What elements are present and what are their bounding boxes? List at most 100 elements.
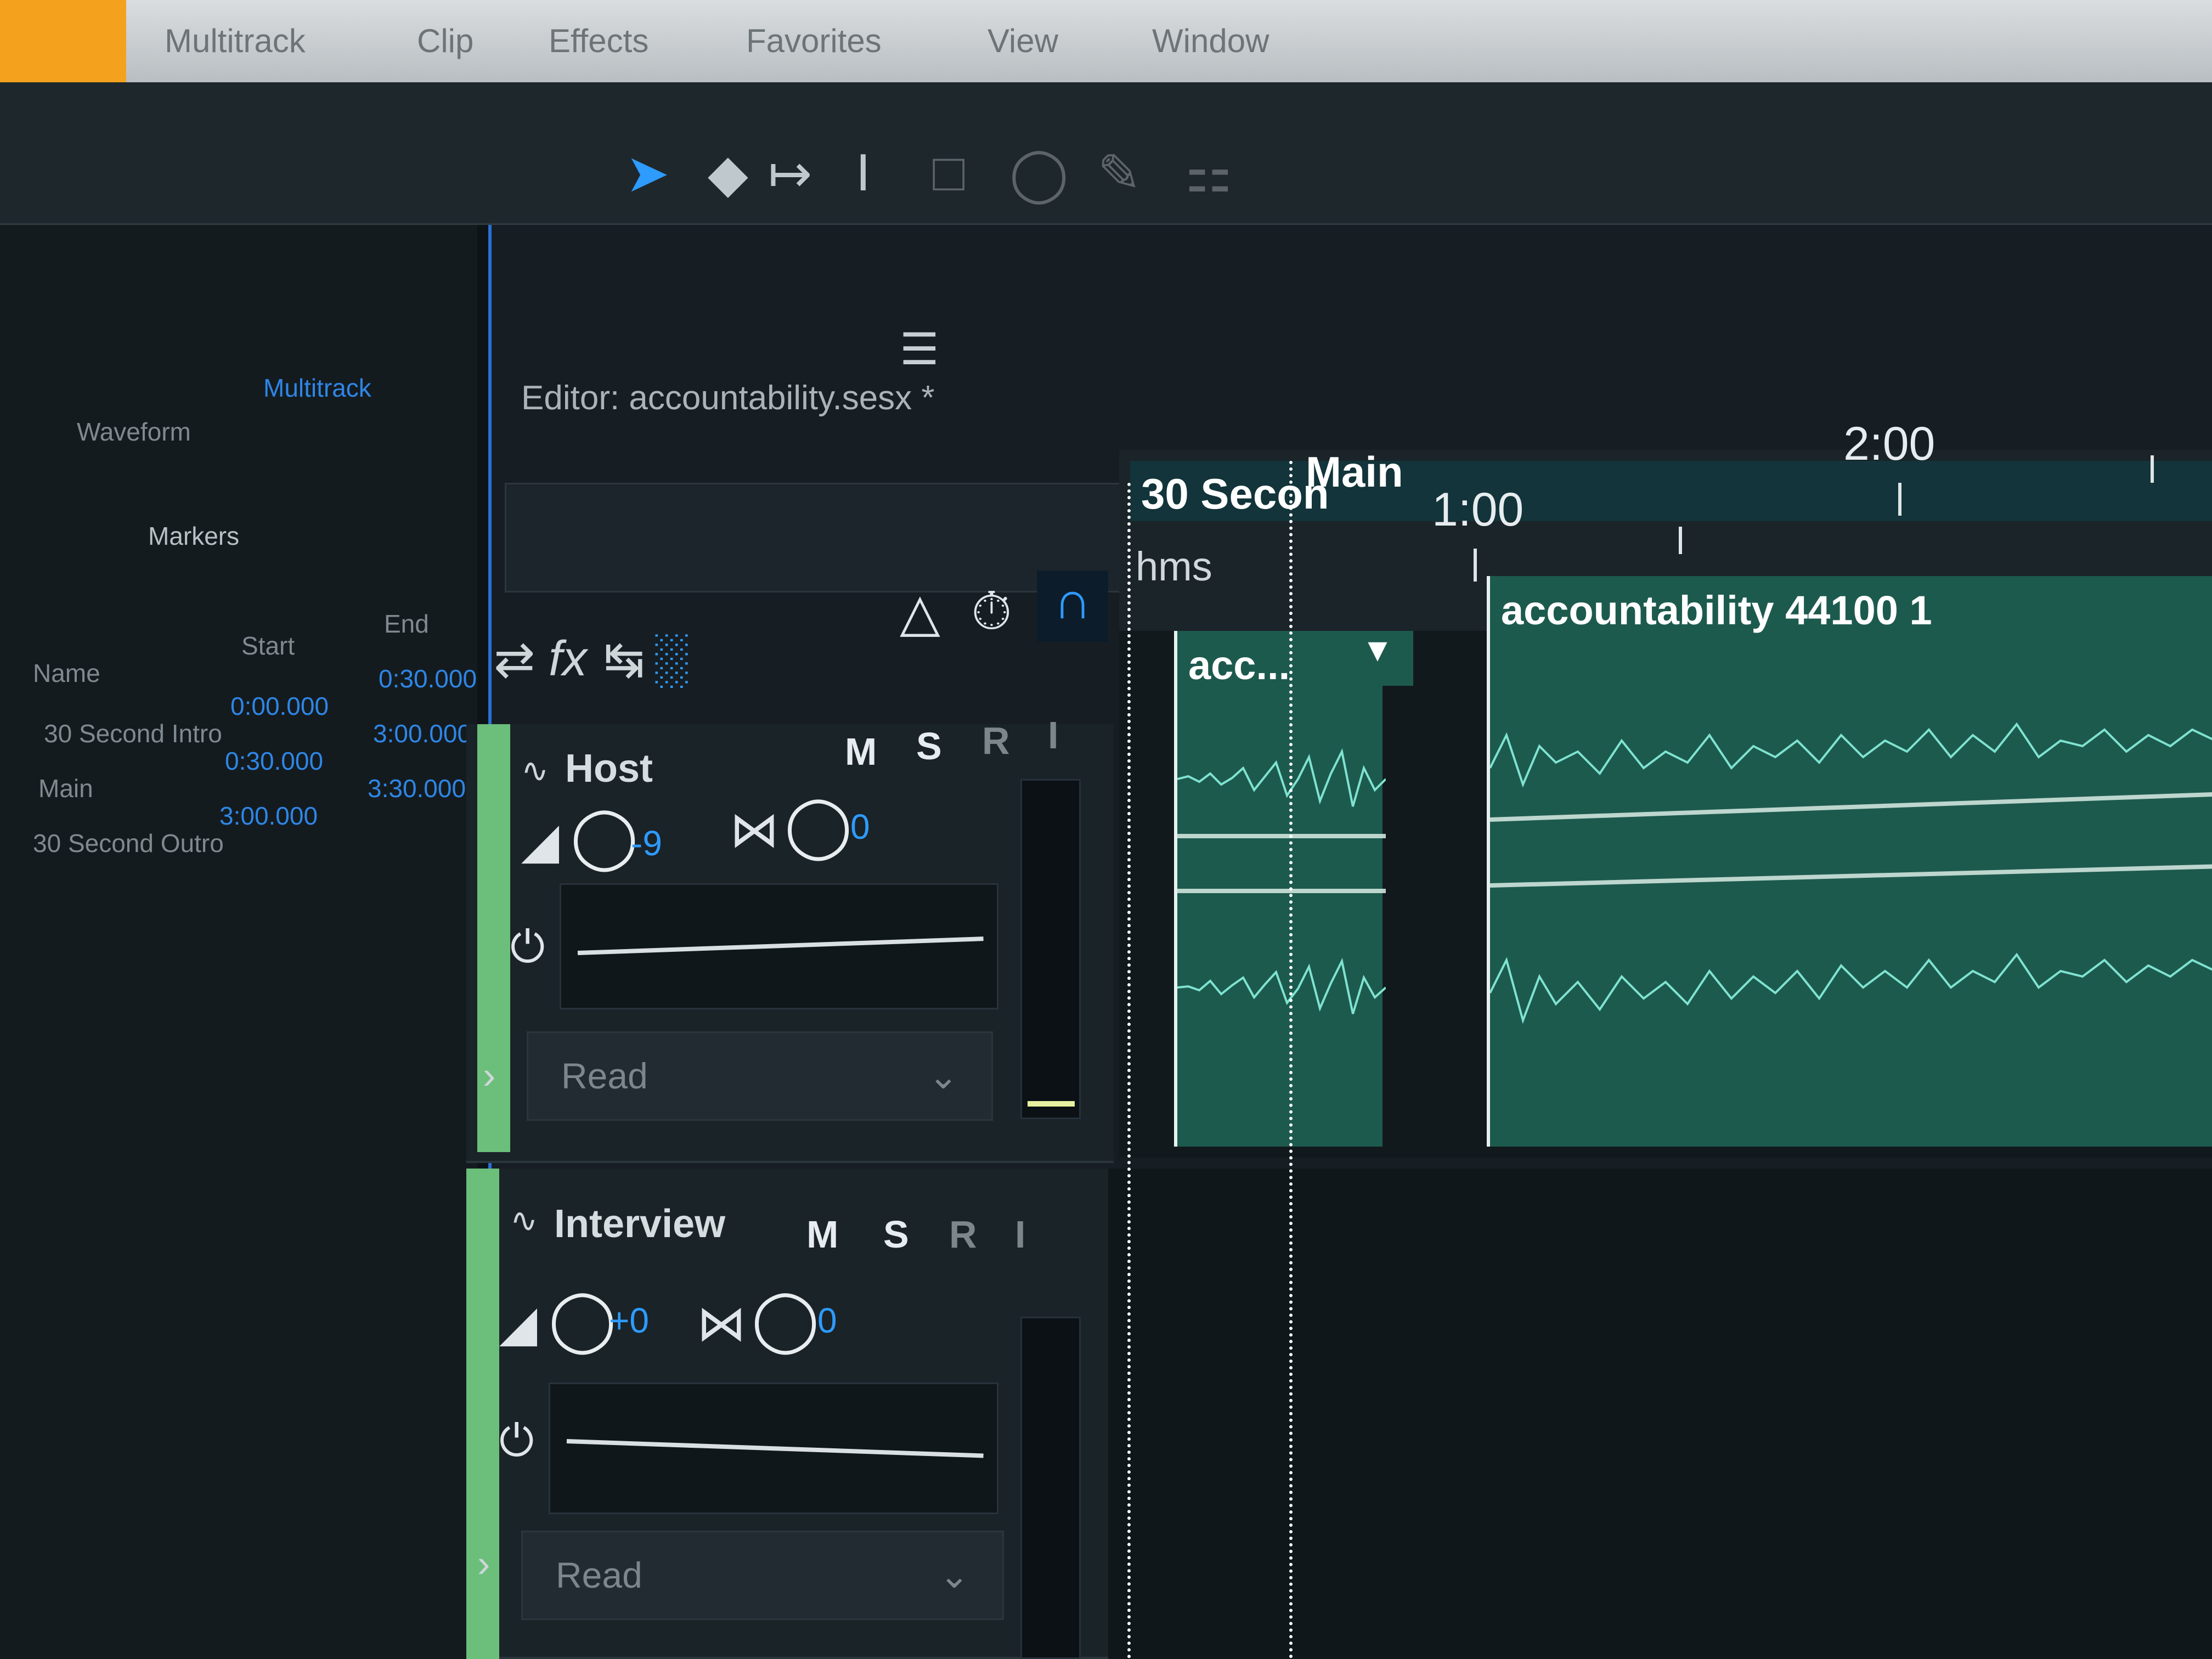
channel-divider [1177, 889, 1386, 893]
marker-label-main[interactable]: Main [1306, 447, 1403, 497]
audio-track-icon: ∿ [510, 1202, 538, 1239]
marker-row-start[interactable]: 0:30.000 [225, 746, 323, 776]
track-lane-host[interactable]: acc... ▼ accountability 44100 1 [1119, 576, 2212, 1158]
swap-icon[interactable]: ⇄ [494, 631, 535, 689]
marker-row-end[interactable]: 3:00.000 [373, 719, 471, 748]
volume-knob[interactable]: ◯ [571, 801, 638, 871]
waveform-left [1490, 722, 2212, 788]
menu-multitrack[interactable]: Multitrack [165, 22, 306, 60]
clip-title: accountability 44100 1 [1501, 588, 1932, 633]
power-icon[interactable]: ⏻ [510, 922, 545, 973]
ruler-tick [1898, 483, 1901, 516]
panel-menu-icon[interactable]: ☰ [900, 324, 939, 375]
pan-value[interactable]: 0 [817, 1300, 837, 1341]
record-arm-button[interactable]: R [949, 1212, 977, 1256]
spot-healing-icon[interactable]: ⚏ [1185, 143, 1232, 204]
automation-mode-select[interactable]: Read ⌄ [527, 1031, 993, 1121]
column-name[interactable]: Name [33, 658, 100, 688]
tab-multitrack[interactable]: Multitrack [263, 373, 371, 403]
fx-icon[interactable]: fx [549, 631, 587, 687]
menu-clip[interactable]: Clip [417, 22, 473, 60]
tools-toolbar: ➤ ◆ ↦ I □ ◯ ✎ ⚏ [0, 82, 2212, 225]
volume-value[interactable]: -9 [631, 823, 662, 864]
ruler-label: 1:00 [1432, 483, 1524, 536]
track-name[interactable]: Interview [554, 1201, 725, 1246]
volume-value[interactable]: +0 [609, 1300, 649, 1341]
column-start[interactable]: Start [241, 631, 295, 661]
pan-knob[interactable]: ◯ [785, 790, 852, 860]
lasso-icon[interactable]: ◯ [1009, 143, 1068, 204]
monitor-input-button[interactable]: I [1048, 713, 1058, 757]
zoom-navigator[interactable] [505, 483, 1130, 592]
track-header-host: ∿ Host M S R I ◢ ◯ -9 ⋈ ◯ 0 ⏻ › Read ⌄ [466, 714, 1114, 1163]
pan-knob[interactable]: ◯ [752, 1284, 819, 1354]
automation-mode-select[interactable]: Read ⌄ [521, 1531, 1004, 1620]
menu-effects[interactable]: Effects [549, 22, 648, 60]
menu-favorites[interactable]: Favorites [746, 22, 882, 60]
marquee-icon[interactable]: □ [933, 143, 964, 203]
track-name[interactable]: Host [565, 746, 653, 791]
volume-icon: ◢ [521, 814, 560, 868]
markers-panel: Waveform Multitrack Markers Name Start E… [0, 225, 477, 1659]
waveform-right [1490, 952, 2212, 1024]
ruler-tick [1679, 527, 1682, 554]
metronome-icon[interactable]: △ [900, 582, 940, 643]
audio-track-icon: ∿ [521, 752, 549, 789]
marker-row-end[interactable]: 0:30.000 [379, 664, 477, 693]
snapping-magnet-icon[interactable]: ∩ [1037, 571, 1108, 642]
track-level-meter [1020, 1317, 1081, 1659]
ruler-label: 2:00 [1843, 417, 1936, 470]
time-stretch-icon[interactable]: ⏱ [971, 582, 1012, 643]
volume-knob[interactable]: ◯ [549, 1284, 616, 1354]
fader-line [577, 936, 984, 955]
chevron-down-icon: ⌄ [928, 1056, 958, 1096]
tab-markers[interactable]: Markers [148, 521, 239, 551]
automation-mode-value: Read [561, 1056, 648, 1096]
marker-line-main [1289, 461, 1293, 1659]
track-header-interview: ∿ Interview M S R I ◢ ◯ +0 ⋈ ◯ 0 ⏻ › Rea… [466, 1169, 1114, 1659]
expand-chevron-icon[interactable]: › [477, 1542, 490, 1585]
marker-label-intro[interactable]: 30 Secon [1141, 469, 1329, 519]
effects-rack-slot[interactable] [560, 883, 998, 1009]
audio-clip[interactable]: acc... ▼ [1174, 631, 1413, 1147]
channel-divider [1489, 864, 2212, 888]
slip-tool-icon[interactable]: ↦ [768, 143, 812, 204]
editor-title[interactable]: Editor: accountability.sesx * [521, 379, 935, 417]
marker-row-end[interactable]: 3:30.000 [368, 774, 466, 803]
menu-window[interactable]: Window [1152, 22, 1269, 60]
solo-button[interactable]: S [883, 1212, 909, 1256]
stereo-balance-icon: ⋈ [697, 1296, 746, 1351]
solo-button[interactable]: S [916, 724, 942, 768]
mute-button[interactable]: M [806, 1212, 838, 1256]
mute-button[interactable]: M [845, 730, 877, 774]
move-tool-icon[interactable]: ➤ [625, 143, 669, 204]
column-end[interactable]: End [384, 609, 429, 639]
chevron-down-icon: ⌄ [939, 1555, 969, 1595]
razor-tool-icon[interactable]: ◆ [708, 143, 748, 204]
sends-icon[interactable]: ↹ [603, 631, 645, 689]
channel-divider [1177, 834, 1386, 838]
audio-clip[interactable]: accountability 44100 1 [1487, 576, 2212, 1147]
marker-row-start[interactable]: 0:00.000 [230, 691, 329, 721]
track-lane-interview[interactable] [1108, 1169, 2212, 1659]
marker-row-name[interactable]: 30 Second Intro [44, 719, 222, 748]
eq-icon[interactable]: ░ [653, 631, 688, 687]
tab-waveform[interactable]: Waveform [77, 417, 191, 447]
marker-row-name[interactable]: Main [38, 774, 93, 803]
power-icon[interactable]: ⏻ [499, 1415, 534, 1466]
record-arm-button[interactable]: R [982, 719, 1010, 763]
pan-value[interactable]: 0 [850, 806, 870, 847]
effects-rack-slot[interactable] [549, 1383, 998, 1514]
expand-chevron-icon[interactable]: › [483, 1053, 495, 1097]
time-format-label: hms [1136, 544, 1212, 589]
brush-icon[interactable]: ✎ [1097, 143, 1141, 204]
monitor-input-button[interactable]: I [1015, 1212, 1025, 1256]
menu-view[interactable]: View [988, 22, 1058, 60]
marker-row-start[interactable]: 3:00.000 [219, 801, 318, 831]
clip-menu-icon[interactable]: ▼ [1342, 631, 1413, 686]
time-selection-icon[interactable]: I [856, 143, 871, 203]
meter-peak [1028, 1101, 1075, 1107]
marker-row-name[interactable]: 30 Second Outro [33, 828, 224, 858]
marker-line-intro [1127, 483, 1131, 1659]
clip-title: acc... [1188, 642, 1290, 688]
